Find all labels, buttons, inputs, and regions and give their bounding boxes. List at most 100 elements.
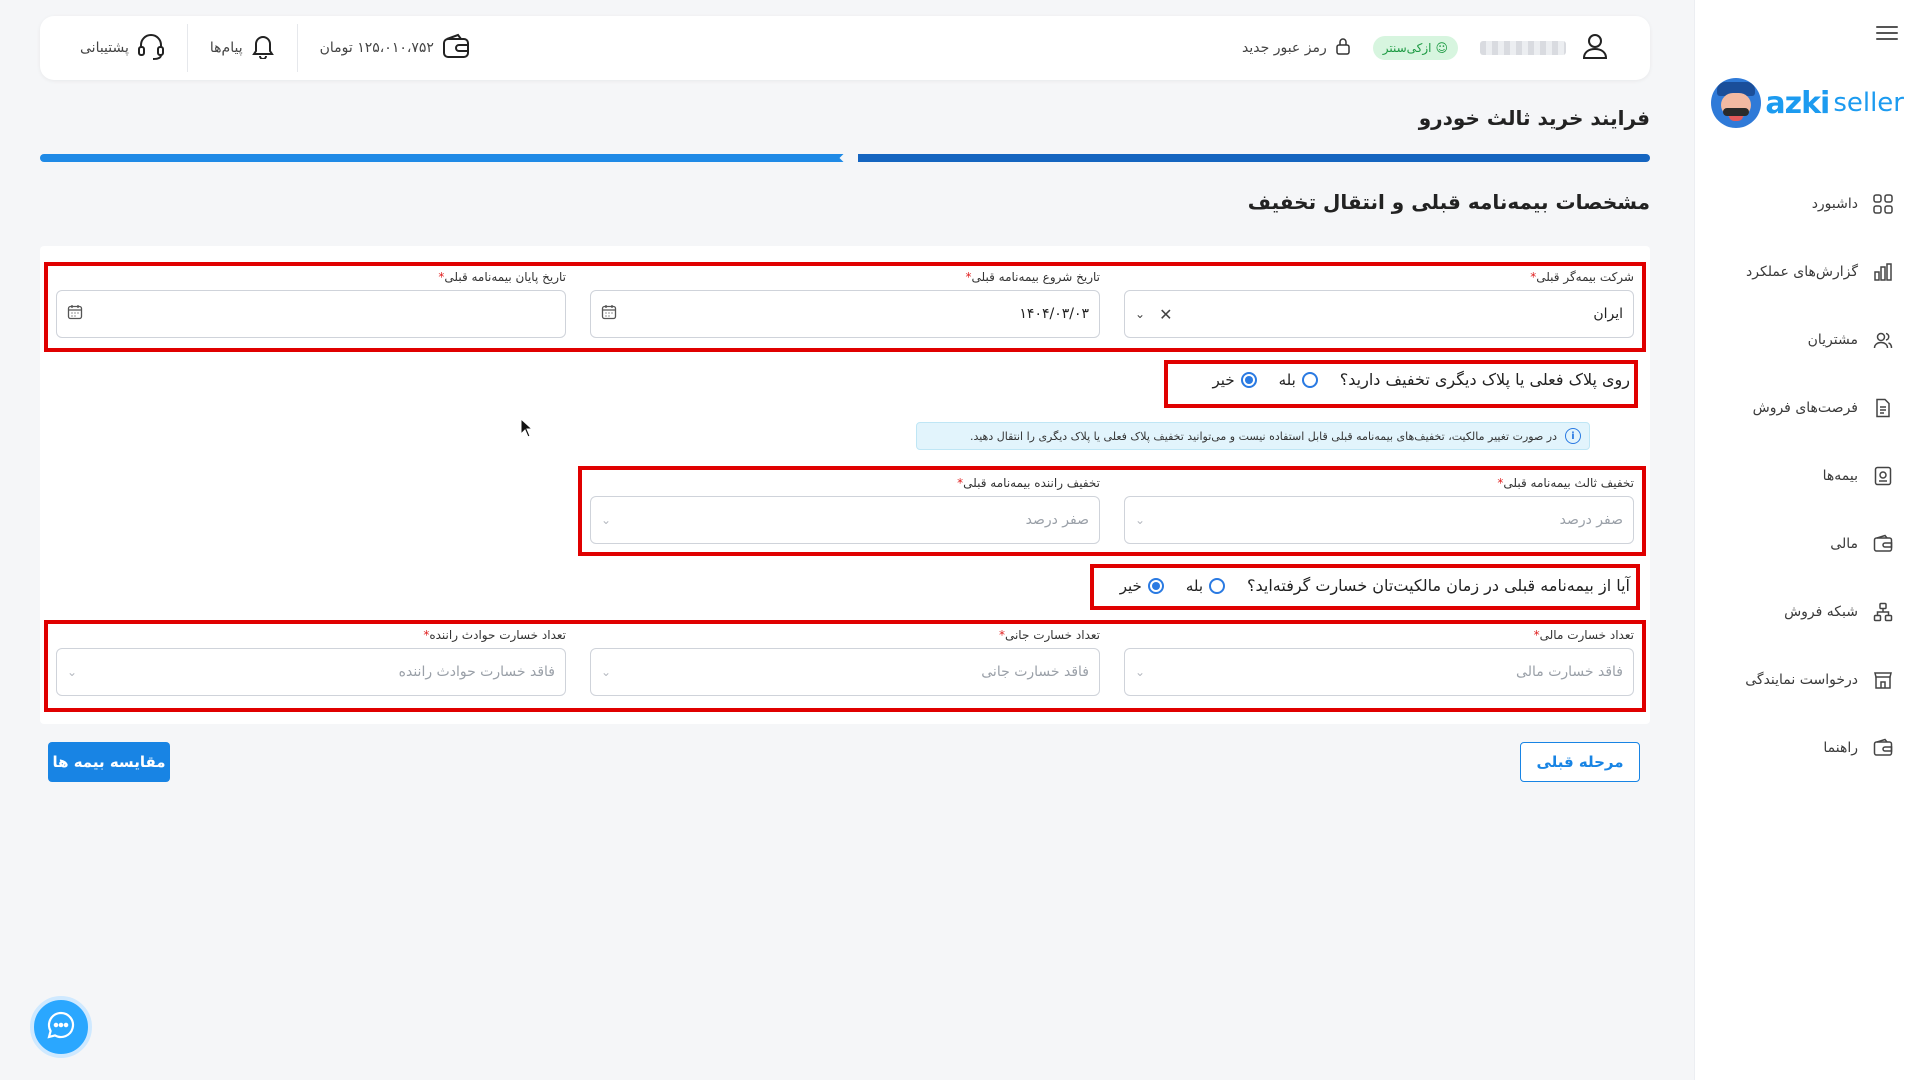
sidebar-item-label: شبکه فروش bbox=[1784, 604, 1858, 620]
sidebar-item-dashboard[interactable]: داشبورد bbox=[1694, 170, 1920, 238]
plate-discount-question: روی پلاک فعلی یا پلاک دیگری تخفیف دارید؟… bbox=[1213, 370, 1630, 389]
new-password-label: رمز عبور جدید bbox=[1242, 40, 1327, 56]
radio-icon bbox=[1301, 371, 1318, 388]
field-label: تاریخ شروع بیمه‌نامه قبلی* bbox=[965, 270, 1100, 284]
balance-amount: ۱۲۵،۰۱۰،۷۵۲ تومان bbox=[319, 40, 434, 56]
field-label: تعداد خسارت جانی* bbox=[998, 628, 1100, 642]
progress-remaining bbox=[858, 154, 1650, 162]
sidebar-item-label: درخواست نمایندگی bbox=[1745, 672, 1858, 688]
store-icon bbox=[1872, 669, 1894, 691]
calendar-icon[interactable] bbox=[601, 304, 617, 324]
chat-bubble-icon bbox=[46, 1010, 76, 1044]
chevron-down-icon[interactable]: ⌄ bbox=[1135, 307, 1145, 321]
sidebar-item-label: فرصت‌های فروش bbox=[1752, 400, 1858, 416]
radio-label: بله bbox=[1185, 576, 1203, 595]
select-placeholder: صفر درصد bbox=[1025, 512, 1089, 528]
bell-icon bbox=[251, 33, 275, 63]
sidebar-item-reports[interactable]: گزارش‌های عملکرد bbox=[1694, 238, 1920, 306]
bodily-claims-select[interactable]: فاقد خسارت جانی ⌄ bbox=[590, 648, 1100, 696]
logo-text-azki: azki bbox=[1765, 85, 1830, 121]
sidebar-item-sales-network[interactable]: شبکه فروش bbox=[1694, 578, 1920, 646]
chevron-down-icon[interactable]: ⌄ bbox=[1135, 665, 1145, 679]
chevron-down-icon[interactable]: ⌄ bbox=[1135, 513, 1145, 527]
driver-accident-claims-select[interactable]: فاقد خسارت حوادث راننده ⌄ bbox=[56, 648, 566, 696]
chevron-down-icon[interactable]: ⌄ bbox=[601, 513, 611, 527]
third-party-discount-select[interactable]: صفر درصد ⌄ bbox=[1124, 496, 1634, 544]
chevron-down-icon[interactable]: ⌄ bbox=[601, 665, 611, 679]
chat-button[interactable] bbox=[30, 996, 92, 1058]
radio-selected-icon bbox=[1147, 577, 1164, 594]
info-alert: i در صورت تغییر مالکیت، تخفیف‌های بیمه‌ن… bbox=[916, 422, 1590, 450]
top-bar: ☺ ازکی‌سنتر رمز عبور جدید ۱۲۵،۰۱۰،۷۵۲ تو… bbox=[40, 16, 1650, 80]
user-menu[interactable] bbox=[1480, 31, 1610, 65]
radio-label: بله bbox=[1278, 370, 1296, 389]
headset-icon bbox=[137, 32, 165, 64]
clear-icon[interactable]: ✕ bbox=[1159, 305, 1172, 324]
badge-label: ازکی‌سنتر bbox=[1382, 41, 1432, 55]
sidebar-item-guide[interactable]: راهنما bbox=[1694, 714, 1920, 782]
previous-step-button[interactable]: مرحله قبلی bbox=[1520, 742, 1640, 782]
menu-icon[interactable] bbox=[1876, 26, 1898, 42]
start-date-value: ۱۴۰۴/۰۳/۰۳ bbox=[1019, 306, 1089, 322]
question-text: روی پلاک فعلی یا پلاک دیگری تخفیف دارید؟ bbox=[1339, 370, 1630, 389]
radio-label: خیر bbox=[1119, 576, 1142, 595]
sidebar-item-label: داشبورد bbox=[1811, 196, 1858, 212]
driver-discount-select[interactable]: صفر درصد ⌄ bbox=[590, 496, 1100, 544]
user-icon bbox=[1580, 31, 1610, 65]
sidebar-item-policies[interactable]: بیمه‌ها bbox=[1694, 442, 1920, 510]
sidebar-item-agency-request[interactable]: درخواست نمایندگی bbox=[1694, 646, 1920, 714]
damage-claim-question: آیا از بیمه‌نامه قبلی در زمان مالکیت‌تان… bbox=[1120, 576, 1630, 595]
radio-yes[interactable]: بله bbox=[1186, 577, 1225, 595]
progress-marker bbox=[839, 149, 857, 167]
end-date-input[interactable] bbox=[56, 290, 566, 338]
top-bar-user-area: ☺ ازکی‌سنتر رمز عبور جدید bbox=[1242, 31, 1610, 65]
radio-yes[interactable]: بله bbox=[1279, 371, 1318, 389]
sidebar-item-finance[interactable]: مالی bbox=[1694, 510, 1920, 578]
sidebar-item-label: بیمه‌ها bbox=[1822, 468, 1858, 484]
support-link[interactable]: پشتیبانی bbox=[80, 32, 165, 64]
wallet-icon bbox=[442, 33, 470, 63]
divider bbox=[296, 24, 298, 72]
radio-no[interactable]: خیر bbox=[1213, 371, 1257, 389]
field-label: تخفیف راننده بیمه‌نامه قبلی* bbox=[957, 476, 1100, 490]
radio-label: خیر bbox=[1212, 370, 1235, 389]
driver-accident-claims-field: تعداد خسارت حوادث راننده* فاقد خسارت حوا… bbox=[56, 628, 566, 696]
financial-claims-select[interactable]: فاقد خسارت مالی ⌄ bbox=[1124, 648, 1634, 696]
field-label: شرکت بیمه‌گر قبلی* bbox=[1530, 270, 1634, 284]
sidebar: azki seller داشبورد گزارش‌های عملکرد مشت… bbox=[1694, 0, 1920, 1080]
chevron-down-icon[interactable]: ⌄ bbox=[67, 665, 77, 679]
radio-no[interactable]: خیر bbox=[1120, 577, 1164, 595]
divider bbox=[186, 24, 188, 72]
section-title: مشخصات بیمه‌نامه قبلی و انتقال تخفیف bbox=[1247, 190, 1650, 214]
sidebar-nav: داشبورد گزارش‌های عملکرد مشتریان فرصت‌ها… bbox=[1694, 170, 1920, 782]
info-icon: i bbox=[1565, 428, 1581, 444]
compare-insurances-button[interactable]: مقایسه بیمه ها bbox=[48, 742, 170, 782]
wallet-balance[interactable]: ۱۲۵،۰۱۰،۷۵۲ تومان bbox=[320, 33, 470, 63]
messages-link[interactable]: پیام‌ها bbox=[210, 33, 275, 63]
top-bar-actions: ۱۲۵،۰۱۰،۷۵۲ تومان پیام‌ها پشتیبانی bbox=[80, 24, 470, 72]
calendar-icon[interactable] bbox=[67, 304, 83, 324]
field-label: تاریخ پایان بیمه‌نامه قبلی* bbox=[438, 270, 566, 284]
field-label: تعداد خسارت حوادث راننده* bbox=[423, 628, 566, 642]
new-password-link[interactable]: رمز عبور جدید bbox=[1242, 37, 1351, 59]
prev-insurer-value: ایران bbox=[1593, 306, 1623, 322]
financial-claims-field: تعداد خسارت مالی* فاقد خسارت مالی ⌄ bbox=[1124, 628, 1634, 696]
status-badge: ☺ ازکی‌سنتر bbox=[1372, 36, 1458, 60]
sidebar-item-opportunities[interactable]: فرصت‌های فروش bbox=[1694, 374, 1920, 442]
start-date-input[interactable]: ۱۴۰۴/۰۳/۰۳ bbox=[590, 290, 1100, 338]
sidebar-item-label: مالی bbox=[1830, 536, 1858, 552]
field-label: تعداد خسارت مالی* bbox=[1533, 628, 1634, 642]
lock-icon bbox=[1335, 37, 1351, 59]
chart-icon bbox=[1872, 261, 1894, 283]
driver-discount-field: تخفیف راننده بیمه‌نامه قبلی* صفر درصد ⌄ bbox=[590, 476, 1100, 544]
sidebar-item-customers[interactable]: مشتریان bbox=[1694, 306, 1920, 374]
bodily-claims-field: تعداد خسارت جانی* فاقد خسارت جانی ⌄ bbox=[590, 628, 1100, 696]
sidebar-item-label: مشتریان bbox=[1807, 332, 1858, 348]
logo: azki seller bbox=[1711, 78, 1904, 128]
end-date-field: تاریخ پایان بیمه‌نامه قبلی* bbox=[56, 270, 566, 338]
info-text: در صورت تغییر مالکیت، تخفیف‌های بیمه‌نام… bbox=[969, 429, 1557, 443]
prev-insurer-select[interactable]: ایران ⌄ ✕ bbox=[1124, 290, 1634, 338]
progress-done bbox=[40, 154, 850, 162]
radio-icon bbox=[1209, 577, 1225, 594]
sidebar-item-label: گزارش‌های عملکرد bbox=[1746, 264, 1858, 280]
